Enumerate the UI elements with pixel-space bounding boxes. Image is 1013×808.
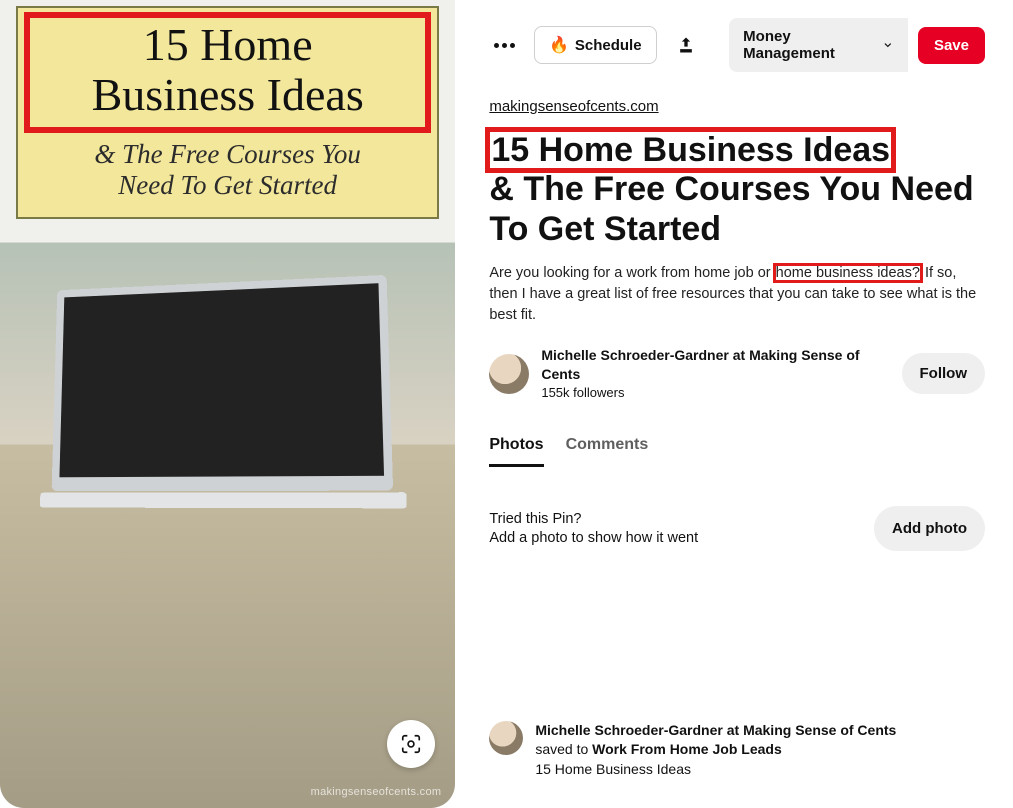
pin-detail-panel: 🔥 Schedule Money Management Save makings… (455, 0, 1013, 808)
share-icon (676, 35, 696, 55)
pin-image[interactable]: 15 Home Business Ideas & The Free Course… (0, 0, 455, 808)
share-button[interactable] (671, 27, 702, 63)
board-name: Money Management (743, 28, 862, 62)
pin-text-overlay: 15 Home Business Ideas & The Free Course… (16, 6, 439, 219)
desc-highlight: home business ideas? (775, 265, 921, 281)
more-options-button[interactable] (489, 27, 520, 63)
save-button[interactable]: Save (918, 27, 985, 64)
detail-tabs: Photos Comments (489, 436, 985, 467)
desc-pre: Are you looking for a work from home job… (489, 265, 774, 281)
title-highlight: 15 Home Business Ideas (489, 131, 892, 169)
schedule-label: Schedule (575, 37, 642, 54)
tab-photos[interactable]: Photos (489, 436, 543, 467)
saver-avatar[interactable] (489, 721, 523, 755)
pin-title: 15 Home Business Ideas & The Free Course… (489, 131, 985, 249)
add-photo-label: Add photo (892, 520, 967, 537)
tried-section: Tried this Pin? Add a photo to show how … (489, 506, 985, 551)
author-name[interactable]: Michelle Schroeder-Gardner at Making Sen… (541, 346, 889, 382)
pin-description: Are you looking for a work from home job… (489, 263, 985, 326)
title-rest: & The Free Courses You Need To Get Start… (489, 170, 973, 247)
chevron-down-icon (882, 38, 894, 52)
tab-comments[interactable]: Comments (566, 436, 649, 467)
save-label: Save (934, 37, 969, 54)
toolbar: 🔥 Schedule Money Management Save (489, 18, 985, 72)
pin-watermark: makingsenseofcents.com (311, 786, 442, 798)
tailwind-icon: 🔥 (549, 35, 569, 55)
saved-by-row: Michelle Schroeder-Gardner at Making Sen… (489, 721, 985, 780)
saved-prefix: saved to (535, 741, 592, 757)
pin-subline: & The Free Courses You Need To Get Start… (24, 139, 431, 201)
saved-to-line: saved to Work From Home Job Leads (535, 740, 896, 760)
board-selector[interactable]: Money Management (729, 18, 908, 72)
follow-button[interactable]: Follow (902, 353, 986, 394)
author-meta: Michelle Schroeder-Gardner at Making Sen… (541, 346, 889, 401)
schedule-button[interactable]: 🔥 Schedule (534, 26, 657, 64)
tried-hint: Add a photo to show how it went (489, 530, 860, 546)
laptop-illustration (52, 275, 394, 491)
author-row: Michelle Schroeder-Gardner at Making Sen… (489, 346, 985, 401)
follow-label: Follow (920, 365, 968, 382)
author-followers: 155k followers (541, 385, 889, 402)
tried-question: Tried this Pin? (489, 511, 860, 527)
saved-subtitle: 15 Home Business Ideas (535, 760, 896, 780)
add-photo-button[interactable]: Add photo (874, 506, 985, 551)
pin-headline: 15 Home Business Ideas (36, 20, 419, 119)
author-avatar[interactable] (489, 354, 529, 394)
visual-search-button[interactable] (387, 720, 435, 768)
lens-icon (400, 733, 422, 755)
saved-board[interactable]: Work From Home Job Leads (592, 741, 782, 757)
source-link[interactable]: makingsenseofcents.com (489, 98, 658, 115)
headline-highlight-box: 15 Home Business Ideas (24, 12, 431, 133)
saved-by-line: Michelle Schroeder-Gardner at Making Sen… (535, 721, 896, 741)
saver-name[interactable]: Michelle Schroeder-Gardner at Making Sen… (535, 722, 896, 738)
ellipsis-icon (494, 43, 515, 48)
